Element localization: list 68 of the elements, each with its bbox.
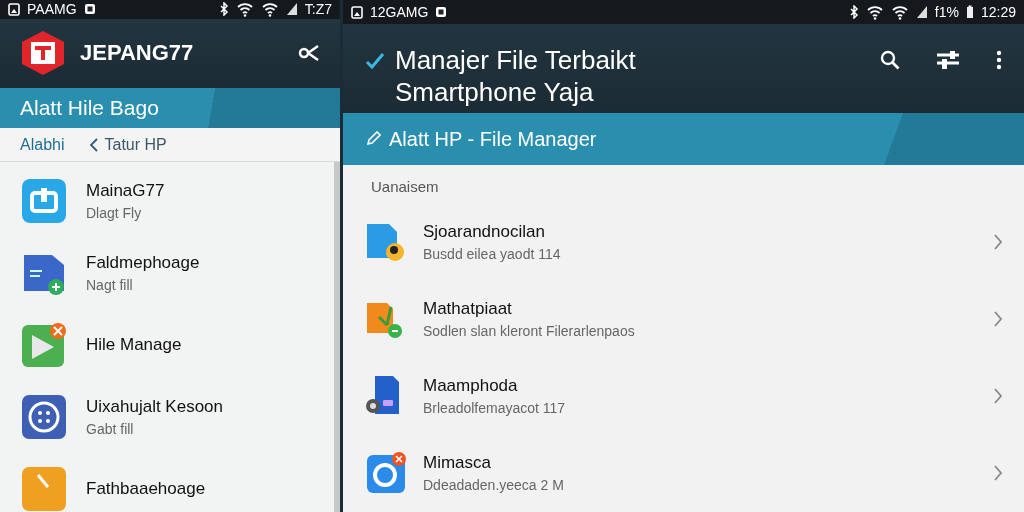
item-title: Maamphoda — [423, 375, 519, 396]
app-icon — [22, 179, 66, 223]
app-icon — [365, 450, 407, 495]
chevron-right-icon — [992, 232, 1004, 251]
file-manager-item[interactable]: Hile Manage — [22, 322, 334, 368]
breadcrumb-link[interactable]: Alabhi — [20, 135, 65, 154]
gallery-icon — [8, 2, 20, 16]
banner-title: Alatt HP - File Manager — [389, 127, 597, 151]
file-manager-item[interactable]: Faldmephoage Nagt fill — [22, 250, 334, 296]
back-chevron-icon — [90, 137, 99, 152]
chevron-right-icon — [992, 386, 1004, 405]
sliders-icon[interactable] — [936, 50, 960, 70]
app-title: Manajer File Terbaikt Smartphone Yaja — [395, 44, 637, 108]
item-subtitle: Dlagt Fly — [86, 205, 143, 221]
pencil-icon — [365, 131, 381, 147]
item-subtitle: Brleadolfemayacot 117 — [423, 399, 567, 416]
item-title: Mimasca — [423, 452, 492, 473]
item-title: Uixahujalt Kesoon — [86, 397, 224, 417]
app-title: JEPANG77 — [80, 40, 194, 67]
app-icon — [22, 467, 66, 511]
section-header: Uanaisem — [370, 177, 440, 197]
item-title: Faldmephoage — [86, 253, 200, 273]
app-icon — [22, 323, 66, 367]
file-manager-item[interactable]: Mimasca Ddeadaden.yeeca 2 M — [343, 434, 1024, 511]
item-subtitle: Nagt fill — [86, 277, 134, 293]
scrollbar[interactable] — [334, 162, 340, 512]
logo-icon — [20, 29, 66, 78]
chevron-right-icon — [992, 463, 1004, 482]
item-subtitle: Ddeadaden.yeeca 2 M — [423, 476, 565, 493]
wifi-icon — [260, 1, 279, 18]
item-subtitle: Sodlen slan kleront Filerarlenpaos — [423, 322, 636, 339]
clock-text: 12:29 — [980, 4, 1016, 20]
bluetooth-icon — [848, 5, 859, 19]
battery-text: f1% — [934, 4, 959, 20]
banner-title: Alatt Hile Bago — [20, 96, 159, 121]
wifi-icon — [890, 4, 909, 20]
signal-icon — [285, 2, 298, 17]
search-icon[interactable] — [880, 50, 900, 70]
item-subtitle: Busdd eilea yaodt 114 — [423, 245, 562, 262]
wifi-icon — [235, 1, 254, 18]
item-title: Sjoarandnocilan — [423, 221, 546, 242]
file-manager-item[interactable]: Maamphoda Brleadolfemayacot 117 — [343, 357, 1024, 434]
item-title: Hile Manage — [86, 335, 182, 355]
item-title: MainaG77 — [86, 181, 165, 201]
carrier-text: 12GAMG — [370, 4, 429, 20]
carrier-text: PAAMG — [27, 1, 77, 18]
check-icon — [365, 52, 385, 70]
chevron-right-icon — [992, 309, 1004, 328]
breadcrumb-link[interactable]: Tatur HP — [90, 135, 167, 154]
file-manager-item[interactable]: MainaG77 Dlagt Fly — [22, 178, 334, 224]
file-manager-item[interactable]: Fathbaaehoage — [22, 466, 334, 512]
image-icon — [83, 3, 96, 16]
bluetooth-icon — [218, 2, 229, 17]
wifi-icon — [865, 4, 884, 20]
file-manager-item[interactable]: Sjoarandnocilan Busdd eilea yaodt 114 — [343, 203, 1024, 280]
item-title: Fathbaaehoage — [86, 479, 206, 499]
share-icon[interactable] — [298, 44, 320, 63]
image-icon — [435, 6, 448, 18]
app-icon — [22, 395, 66, 439]
more-icon[interactable] — [996, 50, 1002, 70]
battery-icon — [965, 5, 974, 19]
item-title: Mathatpiaat — [423, 298, 513, 319]
file-manager-item[interactable]: Uixahujalt Kesoon Gabt fill — [22, 394, 334, 440]
item-subtitle: Gabt fill — [86, 421, 135, 437]
clock-text: T:Z7 — [304, 1, 332, 18]
file-manager-item[interactable]: Mathatpiaat Sodlen slan kleront Filerarlenpaos — [343, 280, 1024, 357]
gallery-icon — [351, 5, 363, 19]
signal-icon — [915, 5, 928, 19]
